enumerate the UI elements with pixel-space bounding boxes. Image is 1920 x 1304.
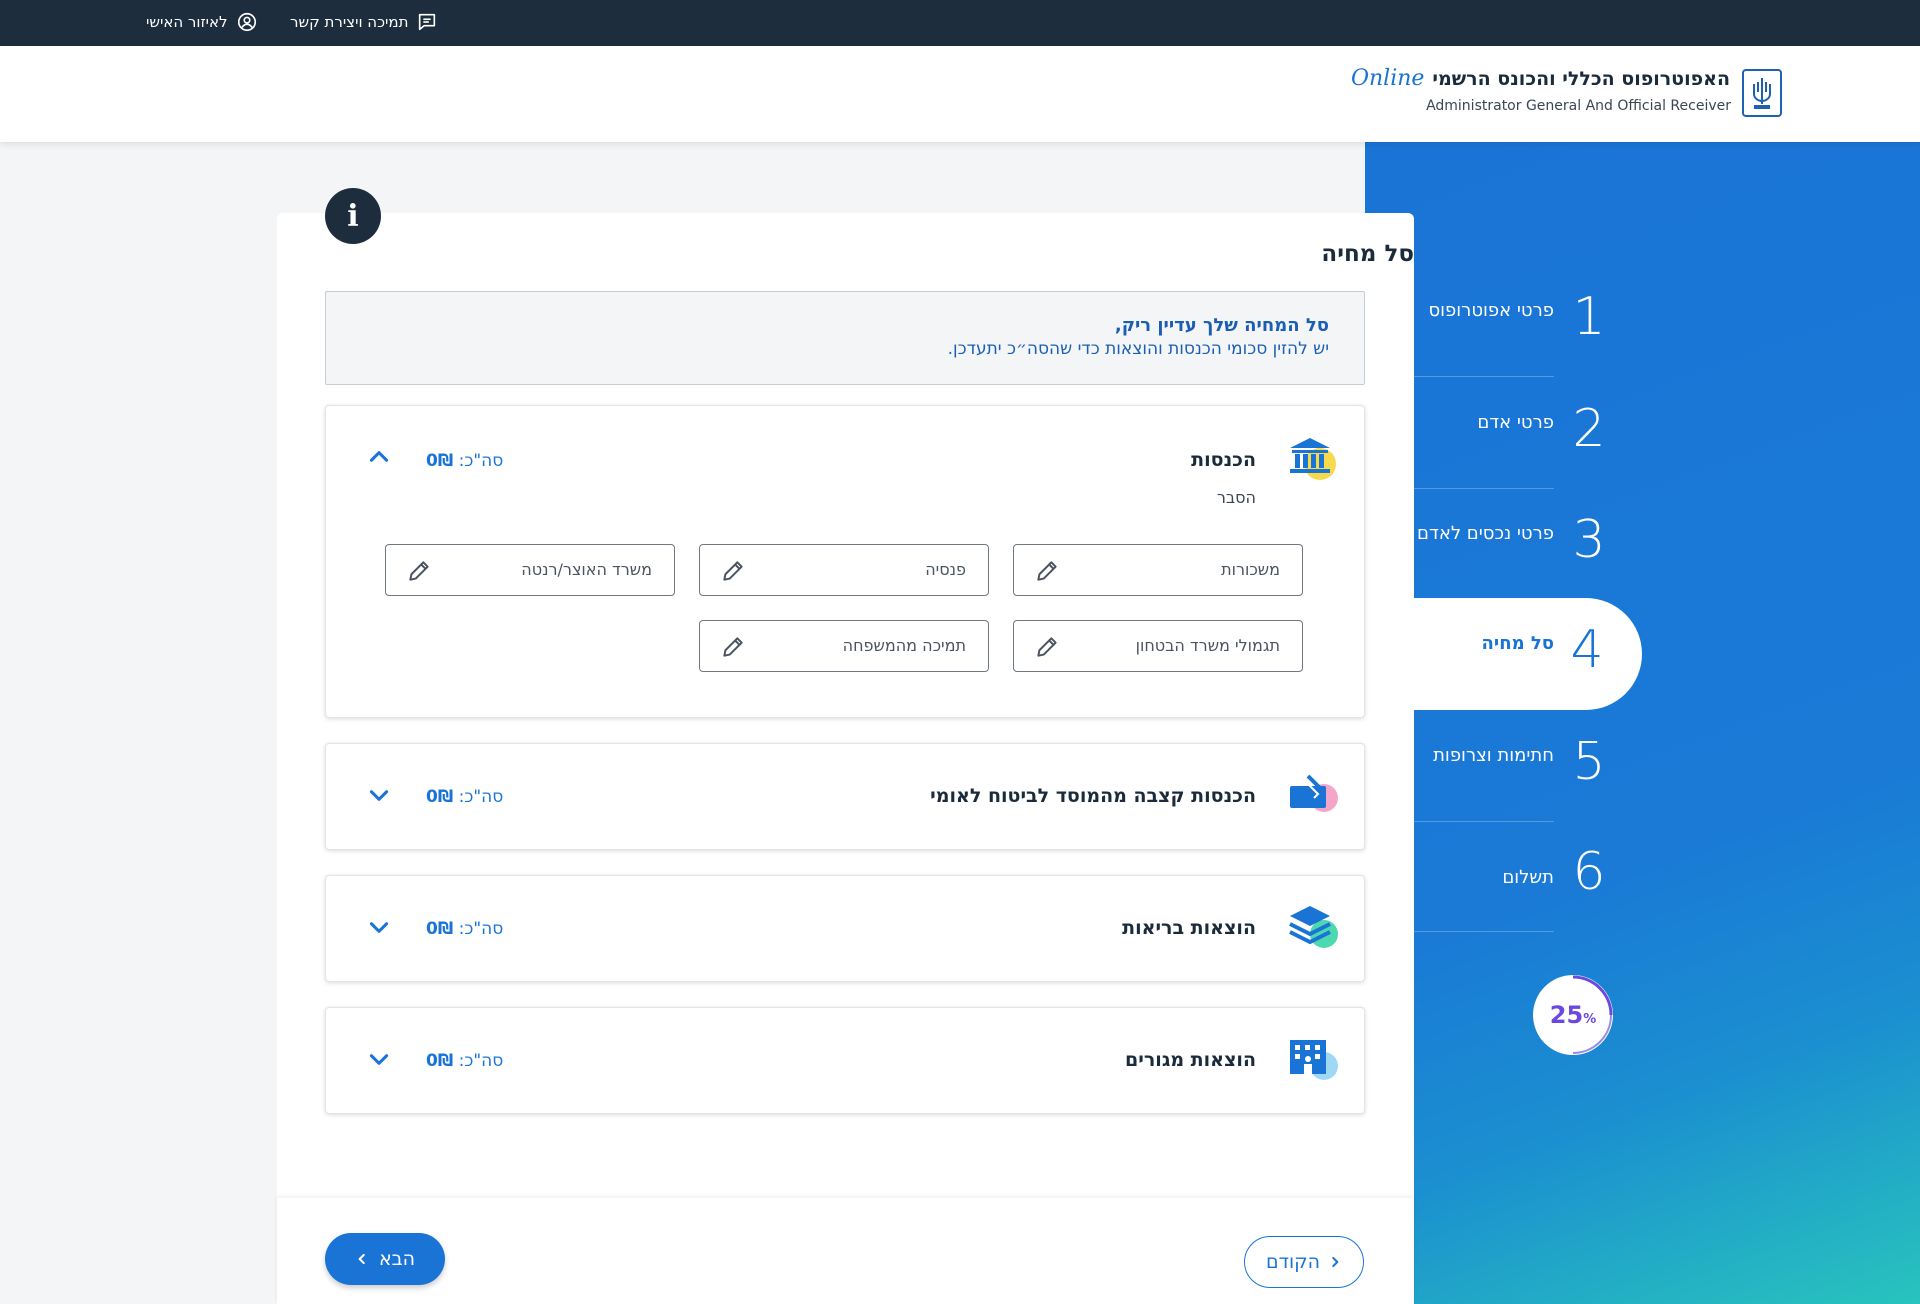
empty-basket-notice: סל המחיה שלך עדיין ריק, יש להזין סכומי ה… [325,291,1365,385]
progress-indicator: 25% [1533,975,1613,1055]
bank-icon [1290,438,1336,480]
site-title-hebrew: האפוטרופוס הכללי והכונס הרשמי [1432,68,1730,90]
step-label: פרטי אדם [1477,412,1554,433]
chat-icon [419,13,436,31]
support-label: תמיכה ויצירת קשר [290,13,409,31]
user-circle-icon [237,12,256,32]
allowance-icon [1290,774,1338,812]
step-label: פרטי אפוטרופוס [1428,300,1554,321]
section-title: הכנסות קצבה מהמוסד לביטוח לאומי [930,785,1256,807]
pencil-icon [1037,561,1057,581]
info-icon[interactable]: i [325,188,381,244]
previous-button-label: הקודם [1265,1251,1321,1273]
personal-area-label: לאיזור האישי [146,13,228,31]
section-health-expenses: הוצאות בריאות סה"כ: 0₪ [325,875,1365,982]
field-label: תמיכה מהמשפחה [842,636,966,655]
step-number: 4 [1570,620,1604,680]
state-emblem-icon [1742,69,1782,117]
step-number: 1 [1572,287,1606,347]
section-housing-expenses: הוצאות מגורים סה"כ: 0₪ [325,1007,1365,1114]
section-total: סה"כ: 0₪ [426,919,504,939]
step-label: תשלום [1502,867,1554,888]
page-title: סל מחיה [1321,241,1414,267]
field-pension[interactable]: פנסיה [699,544,989,596]
section-title: הכנסות [1191,449,1256,471]
section-total: סה"כ: 0₪ [426,1051,504,1071]
field-defense-benefits[interactable]: תגמולי משרד הבטחון [1013,620,1303,672]
pencil-icon [409,561,429,581]
step-2[interactable]: 2 פרטי אדם [1413,377,1606,489]
section-national-insurance: הכנסות קצבה מהמוסד לביטוח לאומי סה"כ: 0₪ [325,743,1365,850]
layers-icon [1289,906,1338,948]
notice-title: סל המחיה שלך עדיין ריק, [1114,315,1329,336]
step-4-active[interactable]: 4 סל מחיה [1413,598,1642,710]
support-link[interactable]: תמיכה ויצירת קשר [290,11,438,33]
pencil-icon [723,561,743,581]
step-number: 2 [1572,399,1606,459]
building-icon [1290,1040,1338,1080]
pencil-icon [723,637,743,657]
personal-area-link[interactable]: לאיזור האישי [146,11,258,33]
explanation-link[interactable]: הסבר [1217,488,1256,507]
field-family-support[interactable]: תמיכה מהמשפחה [699,620,989,672]
field-label: תגמולי משרד הבטחון [1135,636,1280,655]
section-total: סה"כ: 0₪ [426,787,504,807]
field-treasury-annuity[interactable]: משרד האוצר/רנטה [385,544,675,596]
section-income: הכנסות סה"כ: 0₪ הסבר משכורות פנסיה משרד … [325,405,1365,718]
chevron-left-icon [358,1253,365,1265]
chevron-down-icon[interactable] [366,1046,392,1072]
next-button-label: הבא [378,1248,416,1270]
progress-value: 25% [1549,1001,1597,1029]
step-label: פרטי נכסים לאדם [1417,523,1554,544]
section-title: הוצאות בריאות [1122,917,1256,939]
step-6[interactable]: 6 תשלום [1413,820,1606,932]
site-subtitle: Administrator General And Official Recei… [1426,98,1731,114]
field-salaries[interactable]: משכורות [1013,544,1303,596]
field-label: משכורות [1221,560,1280,579]
chevron-down-icon[interactable] [366,782,392,808]
step-5[interactable]: 5 חתימות וצרופות [1413,710,1606,822]
pencil-icon [1037,637,1057,657]
section-title: הוצאות מגורים [1125,1049,1256,1071]
chevron-down-icon[interactable] [366,914,392,940]
next-button[interactable]: הבא [325,1233,445,1285]
previous-button[interactable]: הקודם [1244,1236,1364,1288]
site-title: האפוטרופוס הכללי והכונס הרשמי Online [1351,66,1730,91]
notice-text: יש להזין סכומי הכנסות והוצאות כדי שהסה״כ… [947,339,1329,359]
top-bar: תמיכה ויצירת קשר לאיזור האישי [0,0,1920,46]
step-label: חתימות וצרופות [1433,745,1554,766]
section-total: סה"כ: 0₪ [426,451,504,471]
field-label: פנסיה [925,560,966,579]
step-1[interactable]: 1 פרטי אפוטרופוס [1413,265,1606,377]
step-number: 3 [1572,510,1606,570]
step-3[interactable]: 3 פרטי נכסים לאדם [1413,488,1606,600]
step-label: סל מחיה [1481,633,1554,654]
form-footer [277,1198,1414,1304]
site-title-online: Online [1350,66,1425,91]
site-header: האפוטרופוס הכללי והכונס הרשמי Online Adm… [0,46,1920,142]
chevron-right-icon [1332,1256,1339,1268]
field-label: משרד האוצר/רנטה [521,560,652,579]
step-number: 6 [1572,842,1606,902]
step-number: 5 [1572,732,1606,792]
chevron-up-icon[interactable] [366,444,392,470]
